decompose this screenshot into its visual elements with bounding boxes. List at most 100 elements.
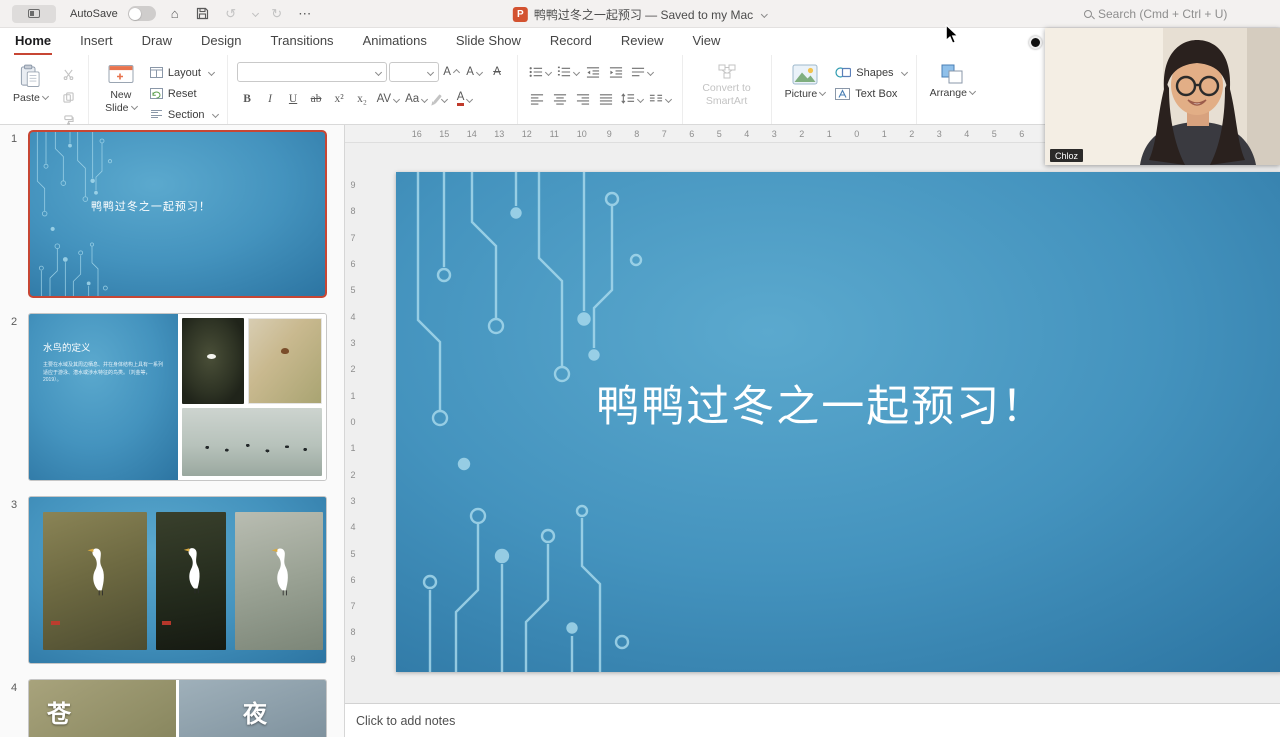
tab-design[interactable]: Design bbox=[200, 28, 242, 55]
slide-editing-surface[interactable]: 鸭鸭过冬之一起预习！ bbox=[396, 172, 1280, 672]
tab-view[interactable]: View bbox=[691, 28, 721, 55]
search-box[interactable] bbox=[1084, 6, 1268, 21]
insert-stack: Shapes Text Box bbox=[835, 62, 908, 102]
decrease-font-label: A bbox=[466, 66, 474, 78]
strikethrough-button[interactable]: ab bbox=[306, 89, 327, 109]
numbered-list-button[interactable] bbox=[555, 62, 581, 82]
increase-font-size-button[interactable]: A bbox=[441, 62, 462, 82]
text-box-button[interactable]: Text Box bbox=[835, 85, 906, 102]
arrange-button[interactable]: Arrange bbox=[926, 62, 979, 102]
save-icon[interactable] bbox=[194, 4, 212, 24]
search-icon bbox=[1084, 9, 1092, 18]
superscript-button[interactable]: x² bbox=[329, 89, 350, 109]
paste-button[interactable]: Paste bbox=[9, 62, 52, 107]
highlight-button[interactable] bbox=[431, 89, 452, 109]
slide-thumbnail-4[interactable]: 苍 夜 bbox=[28, 679, 327, 737]
tab-review[interactable]: Review bbox=[620, 28, 665, 55]
window-icon bbox=[28, 9, 40, 18]
photo-kingfisher-branch bbox=[248, 318, 322, 405]
tab-insert[interactable]: Insert bbox=[79, 28, 114, 55]
chevron-down-icon bbox=[636, 95, 644, 103]
copy-button[interactable] bbox=[58, 87, 79, 107]
new-slide-button[interactable]: New Slide bbox=[98, 62, 144, 116]
increase-indent-button[interactable] bbox=[606, 62, 627, 82]
chevron-down-icon bbox=[130, 102, 138, 110]
recording-indicator[interactable] bbox=[1029, 36, 1042, 49]
align-right-button[interactable] bbox=[573, 89, 594, 109]
change-case-button[interactable]: Aa bbox=[403, 89, 429, 109]
italic-button[interactable]: I bbox=[260, 89, 281, 109]
shapes-button[interactable]: Shapes bbox=[835, 64, 908, 81]
align-center-button[interactable] bbox=[550, 89, 571, 109]
slide-thumbnail-panel: 1 鸭鸭过冬之一起预习！ 2 水鸟的定义 主要在水域及其周边栖息、并在身体结构上… bbox=[0, 125, 345, 737]
clear-formatting-button[interactable]: A bbox=[487, 62, 508, 82]
slide-thumbnail-1[interactable]: 鸭鸭过冬之一起预习！ bbox=[28, 130, 327, 298]
notes-pane[interactable]: Click to add notes bbox=[345, 703, 1280, 737]
align-left-button[interactable] bbox=[527, 89, 548, 109]
decrease-indent-button[interactable] bbox=[583, 62, 604, 82]
font-name-select[interactable] bbox=[236, 62, 387, 82]
chevron-down-icon bbox=[426, 68, 434, 76]
ruler-number: 13 bbox=[494, 129, 505, 139]
chevron-down-icon bbox=[572, 68, 580, 76]
reset-button[interactable]: Reset bbox=[149, 85, 218, 102]
content-area: 1 鸭鸭过冬之一起预习！ 2 水鸟的定义 主要在水域及其周边栖息、并在身体结构上… bbox=[0, 125, 1280, 737]
tab-animations[interactable]: Animations bbox=[362, 28, 428, 55]
bold-button[interactable]: B bbox=[237, 89, 258, 109]
tab-slide-show[interactable]: Slide Show bbox=[455, 28, 522, 55]
cut-button[interactable] bbox=[58, 64, 79, 84]
ruler-number: 1 bbox=[881, 129, 887, 139]
line-spacing-button[interactable] bbox=[619, 89, 645, 109]
autosave-toggle[interactable] bbox=[127, 6, 156, 21]
picture-button[interactable]: Picture bbox=[781, 62, 830, 103]
line-spacing-icon bbox=[620, 93, 634, 104]
chevron-down-icon bbox=[41, 92, 49, 101]
tab-transitions[interactable]: Transitions bbox=[269, 28, 334, 55]
font-color-button[interactable]: A bbox=[454, 89, 475, 109]
undo-icon[interactable]: ↺ bbox=[222, 4, 240, 24]
change-case-label: Aa bbox=[405, 93, 420, 105]
ruler-number: 16 bbox=[411, 129, 422, 139]
section-button[interactable]: Section bbox=[150, 106, 219, 123]
slide-thumbnail-2[interactable]: 水鸟的定义 主要在水域及其周边栖息、并在身体结构上具有一系列适应于游泳、潜水或涉… bbox=[28, 313, 327, 481]
slide-number: 2 bbox=[11, 316, 18, 328]
font-size-select[interactable] bbox=[388, 62, 439, 82]
horizontal-ruler-numbers: 1615141312111098765432101234567 bbox=[345, 126, 1063, 142]
slide-thumbnail-3[interactable] bbox=[28, 496, 327, 664]
document-title-area[interactable]: P 鸭鸭过冬之一起预习 — Saved to my Mac bbox=[512, 0, 769, 28]
layout-label: Layout bbox=[167, 66, 201, 79]
font-color-label: A bbox=[456, 91, 465, 107]
ruler-number: 7 bbox=[661, 129, 667, 139]
underline-button[interactable]: U bbox=[283, 89, 304, 109]
chevron-down-icon bbox=[207, 68, 215, 77]
justify-button[interactable] bbox=[596, 89, 617, 109]
decrease-font-size-button[interactable]: A bbox=[464, 62, 485, 82]
ruler-number: 0 bbox=[350, 416, 356, 427]
slide-title-text[interactable]: 鸭鸭过冬之一起预习！ bbox=[485, 382, 1158, 434]
character-spacing-button[interactable]: AV bbox=[375, 89, 402, 109]
convert-to-smartart-button[interactable]: Convert to SmartArt bbox=[692, 62, 762, 109]
undo-chevron-icon[interactable] bbox=[251, 9, 259, 18]
layout-button[interactable]: Layout bbox=[149, 64, 218, 81]
ruler-number: 11 bbox=[549, 129, 559, 139]
ruler-number: 2 bbox=[350, 469, 356, 480]
thumbnail-2-title: 水鸟的定义 bbox=[43, 343, 91, 354]
search-input[interactable] bbox=[1098, 6, 1268, 21]
text-direction-button[interactable] bbox=[629, 62, 655, 82]
photo-egret-dark-bg bbox=[156, 512, 226, 650]
increase-indent-icon bbox=[609, 67, 623, 78]
tab-home[interactable]: Home bbox=[14, 28, 53, 55]
tab-draw[interactable]: Draw bbox=[141, 28, 173, 55]
bullet-list-icon bbox=[529, 67, 542, 77]
redo-icon[interactable]: ↻ bbox=[268, 4, 286, 24]
more-icon[interactable]: ⋯ bbox=[296, 4, 314, 24]
tab-record[interactable]: Record bbox=[549, 28, 593, 55]
insert-group: Picture Shapes Text Box bbox=[770, 55, 916, 124]
chevron-down-icon bbox=[761, 10, 769, 18]
bullet-list-button[interactable] bbox=[527, 62, 553, 82]
columns-button[interactable] bbox=[647, 89, 673, 109]
home-icon[interactable]: ⌂ bbox=[166, 4, 184, 24]
thumbnail-2-text-panel: 水鸟的定义 主要在水域及其周边栖息、并在身体结构上具有一系列适应于游泳、潜水或涉… bbox=[29, 314, 178, 480]
window-tab-overview-button[interactable] bbox=[12, 4, 56, 23]
subscript-button[interactable]: x₂ bbox=[352, 89, 373, 109]
